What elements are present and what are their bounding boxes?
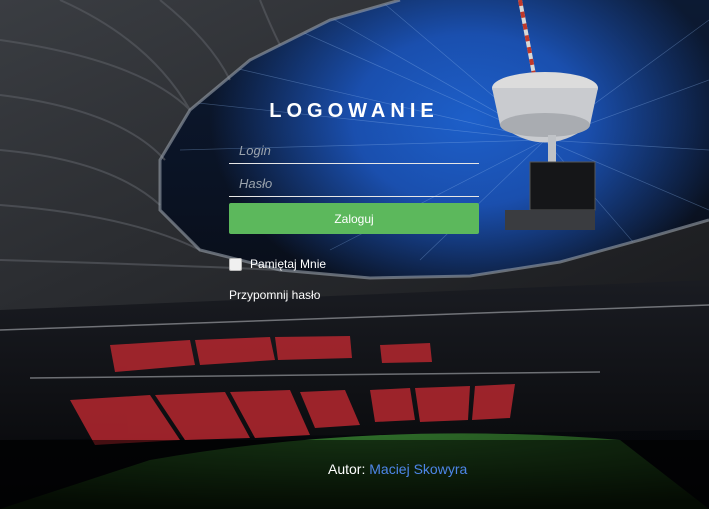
author-label: Autor: <box>328 461 366 477</box>
login-input[interactable] <box>229 138 479 164</box>
remember-me-label: Pamiętaj Mnie <box>250 257 327 271</box>
author-link[interactable]: Maciej Skowyra <box>369 461 467 477</box>
login-page: LOGOWANIE Zaloguj Pamiętaj Mnie Przypomn… <box>0 0 709 509</box>
password-input[interactable] <box>229 171 479 197</box>
footer-credit: Autor: Maciej Skowyra <box>328 461 467 477</box>
login-button[interactable]: Zaloguj <box>229 203 479 234</box>
forgot-password-link[interactable]: Przypomnij hasło <box>229 288 320 302</box>
remember-me-checkbox[interactable] <box>229 257 242 271</box>
stadium-background-image <box>0 0 709 509</box>
remember-me[interactable]: Pamiętaj Mnie <box>229 257 326 271</box>
login-title: LOGOWANIE <box>269 100 439 122</box>
